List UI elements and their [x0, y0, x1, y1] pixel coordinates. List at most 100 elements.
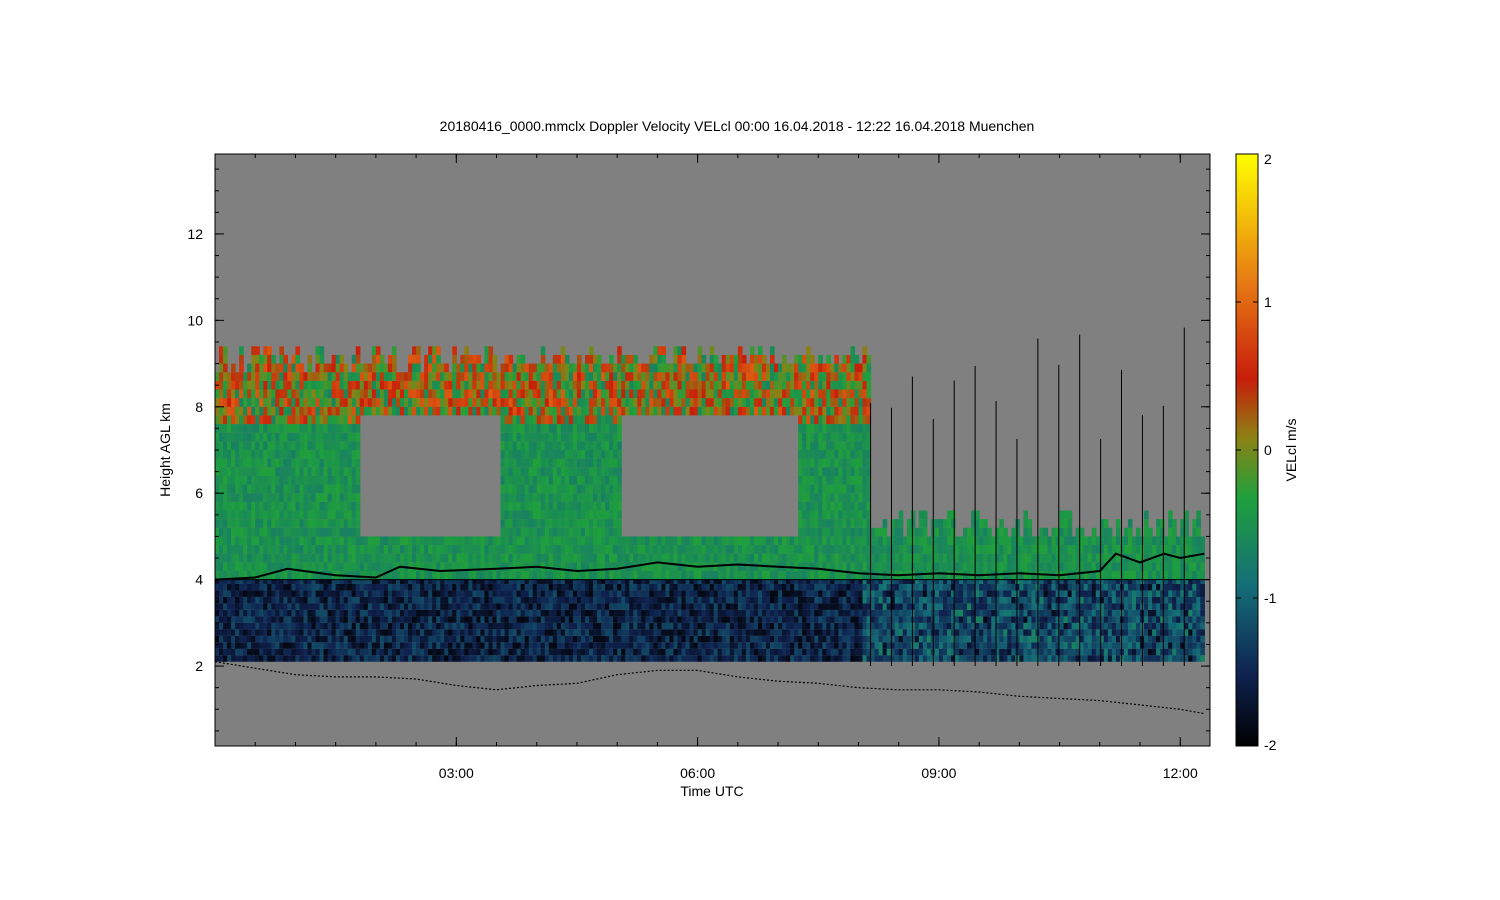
field-cell [512, 553, 518, 563]
field-cell [247, 424, 252, 433]
field-cell [416, 398, 421, 407]
field-cell [452, 629, 457, 636]
field-cell [657, 354, 663, 364]
field-cell [391, 406, 397, 416]
field-cell [681, 583, 687, 591]
field-cell [536, 583, 542, 591]
field-cell [597, 590, 602, 597]
field-cell [765, 389, 771, 399]
field-cell [548, 389, 554, 399]
field-cell [681, 346, 687, 355]
field-cell [488, 536, 494, 546]
field-cell [709, 590, 715, 597]
field-cell [673, 648, 679, 656]
field-cell [552, 635, 558, 643]
field-cell [307, 603, 313, 610]
field-cell [576, 616, 582, 623]
field-cell [564, 380, 570, 390]
field-cell [778, 590, 783, 597]
field-cell [295, 642, 301, 649]
field-cell [661, 363, 667, 373]
field-cell [460, 609, 465, 617]
field-cell [516, 406, 522, 416]
field-cell [355, 389, 361, 399]
field-cell [685, 629, 691, 636]
field-cell [275, 363, 280, 373]
field-cell [556, 354, 562, 364]
field-cell [842, 642, 848, 649]
field-cell [822, 363, 827, 373]
field-cell [564, 441, 570, 450]
field-cell [669, 603, 675, 610]
field-cell [223, 467, 228, 476]
field-cell [235, 622, 240, 630]
field-cell [713, 583, 719, 591]
field-cell [416, 545, 421, 554]
field-cell [790, 596, 795, 604]
field-cell [580, 484, 586, 494]
field-cell [713, 389, 719, 399]
field-cell [552, 363, 558, 373]
field-cell [347, 501, 353, 511]
field-cell [609, 583, 614, 591]
field-cell [609, 467, 614, 476]
field-cell [424, 363, 429, 373]
field-cell [544, 484, 550, 494]
field-cell [424, 648, 429, 656]
field-cell [464, 609, 469, 617]
field-cell [524, 603, 530, 610]
field-cell [500, 415, 506, 425]
field-cell [609, 475, 614, 485]
field-cell [544, 398, 550, 407]
field-cell [753, 570, 759, 580]
field-cell [456, 553, 461, 563]
field-cell [838, 519, 844, 528]
field-cell [532, 545, 538, 554]
field-cell [271, 655, 276, 662]
field-cell [798, 501, 803, 511]
field-cell [790, 372, 795, 381]
field-cell [645, 590, 650, 597]
field-cell [556, 536, 562, 546]
field-cell [452, 583, 457, 591]
field-cell [653, 570, 659, 580]
field-cell [247, 622, 252, 630]
field-cell [239, 648, 244, 656]
field-cell [846, 596, 852, 604]
field-cell [263, 519, 268, 528]
field-cell [311, 590, 317, 597]
field-cell [774, 570, 779, 580]
field-cell [387, 363, 393, 373]
field-cell [315, 389, 321, 399]
field-cell [713, 622, 719, 630]
field-cell [307, 380, 313, 390]
field-cell [701, 635, 707, 643]
field-cell [548, 609, 554, 617]
field-cell [231, 527, 236, 537]
field-cell [757, 372, 763, 381]
field-cell [311, 510, 317, 520]
field-cell [444, 536, 449, 546]
field-cell [661, 545, 667, 554]
field-cell [661, 583, 667, 591]
field-cell [383, 622, 389, 630]
field-cell [303, 389, 309, 399]
field-cell [814, 415, 819, 425]
field-cell [826, 458, 831, 468]
field-cell [287, 398, 293, 407]
field-cell [585, 545, 590, 554]
field-cell [516, 603, 522, 610]
field-cell [601, 545, 606, 554]
field-cell [597, 415, 602, 425]
field-cell [464, 596, 469, 604]
field-cell [741, 562, 747, 571]
field-cell [408, 609, 413, 617]
field-cell [669, 545, 675, 554]
field-cell [717, 398, 723, 407]
field-cell [621, 583, 626, 591]
field-cell [408, 590, 413, 597]
field-cell [814, 467, 819, 476]
field-cell [391, 642, 397, 649]
field-cell [544, 406, 550, 416]
field-cell [315, 562, 321, 571]
